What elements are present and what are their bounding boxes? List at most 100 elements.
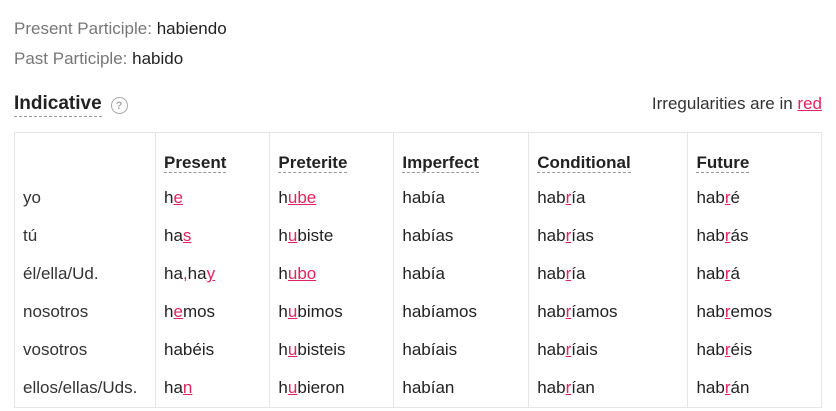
irregular-segment: ube [287, 188, 317, 207]
question-circle-icon[interactable]: ? [110, 97, 128, 114]
regular-segment: hab [537, 340, 566, 359]
column-header-conditional: Conditional [528, 132, 688, 179]
regular-segment: hab [696, 378, 725, 397]
irregular-segment: n [182, 378, 193, 397]
conjugation-cell-future: habrán [687, 369, 822, 408]
conjugation-cell-preterite: hubo [269, 255, 394, 293]
regular-segment: íamos [571, 302, 618, 321]
conjugation-cell-present: han [154, 369, 270, 408]
irregularities-red-link[interactable]: red [797, 94, 822, 113]
regular-segment: hab [537, 264, 566, 283]
regular-segment: hab [537, 302, 566, 321]
pronoun-cell: nosotros [23, 302, 89, 321]
regular-segment: h [278, 302, 288, 321]
regular-segment: ha [164, 378, 183, 397]
irregular-segment: u [287, 302, 298, 321]
conjugation-cell-conditional: habría [528, 179, 688, 217]
regular-segment: hab [696, 340, 725, 359]
conjugation-cell-conditional: habrían [528, 369, 688, 408]
regular-segment: biste [297, 226, 334, 245]
column-header-label[interactable]: Future [696, 153, 750, 173]
pronoun-cell: ellos/ellas/Uds. [23, 378, 138, 397]
conjugation-cell-future: habremos [687, 293, 822, 331]
conjugation-cell-imperfect: habían [393, 369, 529, 408]
participles-block: Present Participle: habiendo Past Partic… [14, 14, 227, 74]
conjugation-cell-future: habrás [687, 217, 822, 255]
irregularities-note: Irregularities are in red [652, 94, 822, 114]
irregular-segment: s [182, 226, 192, 245]
column-header-label[interactable]: Imperfect [402, 153, 479, 173]
regular-segment: hab [696, 226, 725, 245]
regular-segment: é [730, 188, 740, 207]
conjugation-cell-conditional: habríais [528, 331, 688, 369]
indicative-heading-row: Indicative ? Irregularities are in red [14, 92, 822, 120]
irregular-segment: e [173, 302, 183, 321]
conjugation-cell-present: ha,hay [154, 255, 270, 293]
conjugation-cell-imperfect: habíamos [393, 293, 529, 331]
regular-segment: íais [571, 340, 598, 359]
regular-segment: ha [164, 264, 183, 283]
conjugation-cell-imperfect: había [393, 255, 529, 293]
conjugation-cell-present: has [154, 217, 270, 255]
table-row: ellos/ellas/Uds. han hubieron habían habrían… [15, 369, 822, 408]
regular-segment: h [278, 188, 288, 207]
indicative-heading: Indicative ? [14, 92, 128, 117]
present-participle-label: Present Participle: [14, 19, 152, 38]
regular-segment: h [278, 378, 288, 397]
past-participle-value: habido [132, 49, 184, 68]
column-header-preterite: Preterite [269, 132, 394, 179]
regular-segment: habíais [402, 340, 458, 359]
column-header-label[interactable]: Preterite [278, 153, 348, 173]
regular-segment: había [402, 188, 445, 207]
regular-segment: h [278, 226, 288, 245]
conjugation-cell-future: habréis [687, 331, 822, 369]
conjugation-cell-imperfect: habías [393, 217, 529, 255]
column-header-present: Present [154, 132, 270, 179]
present-participle-line: Present Participle: habiendo [14, 14, 227, 44]
conjugation-cell-imperfect: había [393, 179, 529, 217]
section-title[interactable]: Indicative [14, 92, 102, 117]
column-header-label[interactable]: Conditional [537, 153, 631, 173]
regular-segment: hab [696, 188, 725, 207]
pronoun-cell: tú [23, 226, 38, 245]
regular-segment: á [730, 264, 740, 283]
pronoun-column-header [14, 132, 156, 179]
regular-segment: hab [696, 264, 725, 283]
table-row: tú has hubiste habías habrías habrás [15, 217, 822, 255]
conjugation-cell-present: hemos [154, 293, 270, 331]
conjugation-cell-present: habéis [154, 331, 270, 369]
table-row: nosotros hemos hubimos habíamos habríamos hab… [15, 293, 822, 331]
regular-segment: h [278, 264, 288, 283]
regular-segment: bieron [297, 378, 345, 397]
regular-segment: emos [730, 302, 773, 321]
regular-segment: éis [730, 340, 753, 359]
regular-segment: hab [537, 226, 566, 245]
regular-segment: ían [571, 378, 595, 397]
conjugation-cell-future: habré [687, 179, 822, 217]
regular-segment: había [402, 264, 445, 283]
regular-segment: hab [537, 188, 566, 207]
conjugation-table: Present Preterite Imperfect Conditional Futu… [14, 132, 822, 408]
regular-segment: ha [187, 264, 207, 283]
table-header-row: Present Preterite Imperfect Conditional Futu… [14, 132, 822, 179]
conjugation-cell-present: he [154, 179, 270, 217]
conjugation-cell-imperfect: habíais [393, 331, 529, 369]
pronoun-cell: él/ella/Ud. [23, 264, 99, 283]
regular-segment: mos [182, 302, 216, 321]
present-participle-value: habiendo [156, 19, 227, 38]
regular-segment: ía [571, 188, 586, 207]
irregular-segment: u [287, 340, 298, 359]
column-header-label[interactable]: Present [164, 153, 227, 173]
conjugation-cell-conditional: habría [528, 255, 688, 293]
conjugation-cell-preterite: hubimos [269, 293, 394, 331]
regular-segment: ías [571, 226, 594, 245]
regular-segment: h [278, 340, 288, 359]
regular-segment: ás [730, 226, 749, 245]
pronoun-cell: yo [23, 188, 41, 207]
column-header-imperfect: Imperfect [393, 132, 529, 179]
regular-segment: án [730, 378, 750, 397]
regular-segment: habían [402, 378, 455, 397]
pronoun-cell: vosotros [23, 340, 88, 359]
column-header-future: Future [687, 132, 822, 179]
irregularities-note-text: Irregularities are in [651, 94, 798, 113]
